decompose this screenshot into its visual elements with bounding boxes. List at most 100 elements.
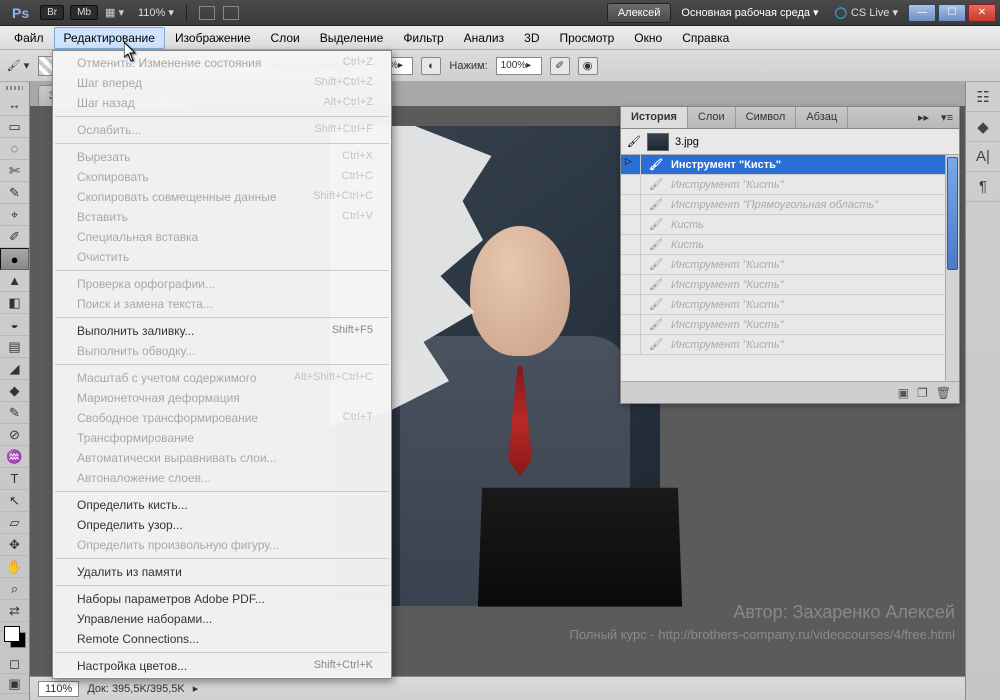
airbrush-icon[interactable]: ✐	[550, 57, 570, 75]
tool-17[interactable]: T	[0, 468, 29, 490]
menu-item: ВырезатьCtrl+X	[53, 147, 391, 167]
scrollbar-thumb[interactable]	[947, 157, 958, 270]
toolbox-grip[interactable]	[0, 82, 29, 94]
menu-item[interactable]: Определить узор...	[53, 515, 391, 535]
opacity-pressure-icon[interactable]: ◐	[421, 57, 441, 75]
menu-item[interactable]: Определить кисть...	[53, 495, 391, 515]
menu-файл[interactable]: Файл	[4, 27, 54, 49]
tool-18[interactable]: ↖	[0, 490, 29, 512]
minibridge-button[interactable]: Mb	[70, 5, 98, 20]
maximize-button[interactable]: ☐	[938, 4, 966, 22]
tool-23[interactable]: ⇄	[0, 600, 29, 622]
menu-separator	[55, 143, 389, 144]
screen-mode-menu[interactable]: ▦	[101, 6, 128, 19]
tool-0[interactable]: ↔	[0, 94, 29, 116]
menu-просмотр[interactable]: Просмотр	[549, 27, 624, 49]
screenmode-button[interactable]: ▣	[0, 674, 29, 694]
history-source-thumb	[647, 133, 669, 151]
tool-12[interactable]: ◢	[0, 358, 29, 380]
new-snapshot-icon[interactable]: ▣	[898, 386, 909, 400]
foreground-color[interactable]	[4, 626, 20, 642]
brush-icon: 🖌	[647, 278, 665, 291]
dock-paragraph-icon[interactable]: ¶	[966, 172, 1000, 202]
panel-tab-Абзац[interactable]: Абзац	[796, 107, 848, 128]
tool-3[interactable]: ✄	[0, 160, 29, 182]
user-button[interactable]: Алексей	[607, 3, 672, 23]
panel-tab-Слои[interactable]: Слои	[688, 107, 736, 128]
tool-preset-icon[interactable]: 🖌 ▾	[6, 56, 30, 76]
tool-1[interactable]: ▭	[0, 116, 29, 138]
tool-9[interactable]: ◧	[0, 292, 29, 314]
screen-icon[interactable]	[223, 6, 239, 20]
status-zoom[interactable]: 110%	[38, 681, 79, 697]
tool-11[interactable]: ▤	[0, 336, 29, 358]
menu-окно[interactable]: Окно	[624, 27, 672, 49]
tablet-pressure-icon[interactable]: ◉	[578, 57, 598, 75]
menu-редактирование[interactable]: Редактирование	[54, 27, 165, 49]
flow-field[interactable]: 100% ▸	[496, 57, 542, 75]
menu-item[interactable]: Remote Connections...	[53, 629, 391, 649]
menu-слои[interactable]: Слои	[261, 27, 310, 49]
history-state[interactable]: 🖌Инструмент "Кисть"	[621, 255, 945, 275]
menu-item[interactable]: Наборы параметров Adobe PDF...	[53, 589, 391, 609]
workspace-label[interactable]: Основная рабочая среда ▾	[671, 6, 828, 19]
tool-22[interactable]: ⌕	[0, 578, 29, 600]
status-menu-arrow[interactable]: ▸	[193, 682, 199, 695]
delete-state-icon[interactable]: 🗑	[936, 386, 951, 400]
tool-13[interactable]: ◆	[0, 380, 29, 402]
tool-14[interactable]: ✎	[0, 402, 29, 424]
history-state[interactable]: 🖌Инструмент "Кисть"	[621, 275, 945, 295]
tool-21[interactable]: ✋	[0, 556, 29, 578]
menu-item: Трансформирование	[53, 428, 391, 448]
tool-5[interactable]: ⌖	[0, 204, 29, 226]
menu-выделение[interactable]: Выделение	[310, 27, 394, 49]
tool-4[interactable]: ✎	[0, 182, 29, 204]
close-button[interactable]: ✕	[968, 4, 996, 22]
tool-20[interactable]: ✥	[0, 534, 29, 556]
minimize-button[interactable]: —	[908, 4, 936, 22]
history-state[interactable]: 🖌Инструмент "Кисть"	[621, 175, 945, 195]
history-state[interactable]: 🖌Инструмент "Прямоугольная область"	[621, 195, 945, 215]
tool-15[interactable]: ⊘	[0, 424, 29, 446]
history-source-row[interactable]: 🖌 3.jpg	[621, 129, 959, 155]
history-state[interactable]: 🖌Инструмент "Кисть"	[621, 315, 945, 335]
tool-19[interactable]: ▱	[0, 512, 29, 534]
new-doc-icon[interactable]: ❐	[917, 386, 928, 400]
menu-item[interactable]: Управление наборами...	[53, 609, 391, 629]
panel-collapse-icon[interactable]: ▸▸	[912, 107, 935, 128]
color-swatches[interactable]	[0, 622, 29, 654]
panel-menu-icon[interactable]: ▾≡	[935, 107, 959, 128]
panel-tab-Символ[interactable]: Символ	[736, 107, 797, 128]
menu-3d[interactable]: 3D	[514, 27, 549, 49]
tool-6[interactable]: ✐	[0, 226, 29, 248]
menu-item[interactable]: Удалить из памяти	[53, 562, 391, 582]
history-state[interactable]: 🖌Инструмент "Кисть"	[621, 295, 945, 315]
arrange-icon[interactable]	[199, 6, 215, 20]
history-state[interactable]: 🖌Инструмент "Кисть"	[621, 335, 945, 355]
dock-color-icon[interactable]: ◆	[966, 112, 1000, 142]
history-scrollbar[interactable]	[945, 155, 959, 381]
separator	[186, 4, 187, 22]
tool-7[interactable]: ●	[0, 248, 29, 270]
tool-16[interactable]: ♒	[0, 446, 29, 468]
tool-2[interactable]: ◌	[0, 138, 29, 160]
menu-анализ[interactable]: Анализ	[454, 27, 515, 49]
quickmask-button[interactable]: ◻	[0, 654, 29, 674]
history-state[interactable]: 🖌Кисть	[621, 215, 945, 235]
menu-справка[interactable]: Справка	[672, 27, 739, 49]
cslive-button[interactable]: CS Live ▾	[829, 6, 904, 19]
tool-10[interactable]: ◒	[0, 314, 29, 336]
panel-tab-История[interactable]: История	[621, 107, 688, 128]
history-state[interactable]: 🖌Кисть	[621, 235, 945, 255]
menu-фильтр[interactable]: Фильтр	[393, 27, 453, 49]
menu-item: Специальная вставка	[53, 227, 391, 247]
tool-8[interactable]: ▲	[0, 270, 29, 292]
dock-history-icon[interactable]: ☷	[966, 82, 1000, 112]
menu-изображение[interactable]: Изображение	[165, 27, 261, 49]
zoom-level[interactable]: 110%	[134, 6, 178, 19]
menu-item[interactable]: Выполнить заливку...Shift+F5	[53, 321, 391, 341]
bridge-button[interactable]: Br	[40, 5, 64, 20]
menu-item[interactable]: Настройка цветов...Shift+Ctrl+K	[53, 656, 391, 676]
history-state[interactable]: 🖌Инструмент "Кисть"	[621, 155, 945, 175]
dock-character-icon[interactable]: A|	[966, 142, 1000, 172]
